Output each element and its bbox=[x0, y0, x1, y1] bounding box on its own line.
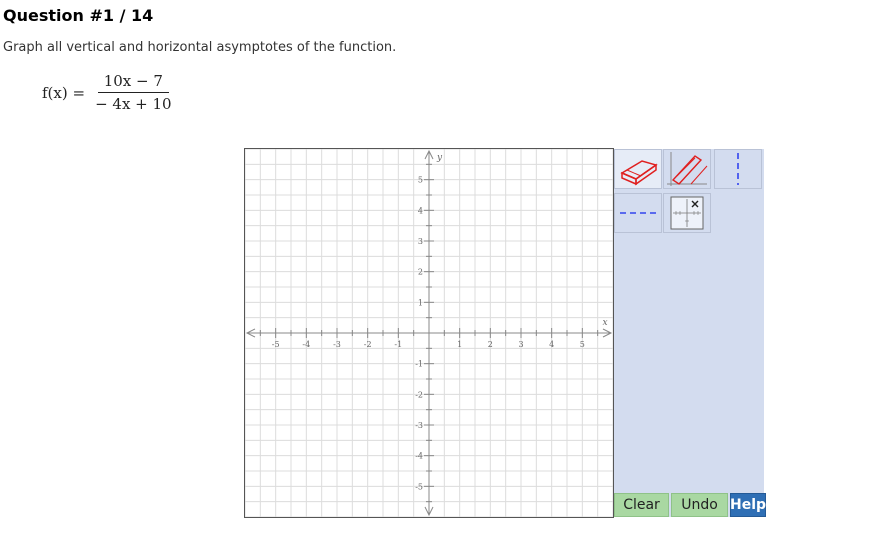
y-tick-label: 4 bbox=[418, 206, 423, 215]
y-axis-label: y bbox=[436, 153, 443, 163]
x-axis-label: x bbox=[602, 318, 607, 328]
formula-lhs: f(x) = bbox=[42, 83, 86, 102]
undo-button[interactable]: Undo bbox=[671, 493, 728, 517]
y-tick-label: 2 bbox=[418, 268, 423, 277]
eraser-icon bbox=[620, 160, 658, 186]
x-tick-label: -4 bbox=[302, 340, 310, 349]
formula-denominator: − 4x + 10 bbox=[95, 95, 172, 113]
coordinate-plane[interactable]: -5 -4 -3 -2 -1 1 2 3 4 5 5 4 3 2 1 -1 -2 -3 -4 -5 x y bbox=[245, 149, 613, 517]
formula-fraction: 10x − 7 − 4x + 10 bbox=[91, 72, 176, 113]
horizontal-asymptote-tool-button[interactable] bbox=[614, 193, 662, 233]
formula-numerator: 10x − 7 bbox=[97, 72, 169, 93]
x-tick-label: 4 bbox=[549, 340, 554, 349]
y-tick-label: -4 bbox=[415, 452, 423, 461]
function-formula: f(x) = 10x − 7 − 4x + 10 bbox=[42, 72, 176, 113]
tool-panel bbox=[614, 149, 764, 517]
horizontal-dashed-line-icon bbox=[620, 212, 656, 214]
y-tick-label: 3 bbox=[418, 237, 423, 246]
y-tick-label: -2 bbox=[415, 390, 423, 399]
clear-button[interactable]: Clear bbox=[614, 493, 669, 517]
action-bar: Clear Undo Help bbox=[614, 493, 766, 517]
x-tick-label: 1 bbox=[457, 340, 462, 349]
y-tick-label: -5 bbox=[415, 482, 423, 491]
x-tick-label: -5 bbox=[272, 340, 280, 349]
x-tick-label: 3 bbox=[518, 340, 523, 349]
x-tick-label: 2 bbox=[488, 340, 493, 349]
x-tick-label: -1 bbox=[394, 340, 402, 349]
pencil-tool-button[interactable] bbox=[663, 149, 711, 189]
question-prompt: Graph all vertical and horizontal asympt… bbox=[3, 40, 397, 55]
pencil-icon bbox=[667, 152, 708, 186]
grid-x-icon bbox=[670, 196, 704, 230]
question-title: Question #1 / 14 bbox=[3, 6, 154, 25]
eraser-tool-button[interactable] bbox=[614, 149, 662, 189]
x-tick-label: -3 bbox=[333, 340, 341, 349]
y-tick-label: -3 bbox=[415, 421, 423, 430]
vertical-dashed-line-icon bbox=[737, 153, 739, 185]
y-tick-label: 1 bbox=[418, 298, 423, 307]
y-tick-label: -1 bbox=[415, 360, 423, 369]
vertical-asymptote-tool-button[interactable] bbox=[714, 149, 762, 189]
graph-canvas[interactable]: -5 -4 -3 -2 -1 1 2 3 4 5 5 4 3 2 1 -1 -2 -3 -4 -5 x y bbox=[244, 148, 614, 518]
help-button[interactable]: Help bbox=[730, 493, 766, 517]
y-tick-label: 5 bbox=[418, 176, 423, 185]
no-solution-tool-button[interactable] bbox=[663, 193, 711, 233]
x-tick-label: 5 bbox=[580, 340, 585, 349]
x-tick-label: -2 bbox=[364, 340, 372, 349]
